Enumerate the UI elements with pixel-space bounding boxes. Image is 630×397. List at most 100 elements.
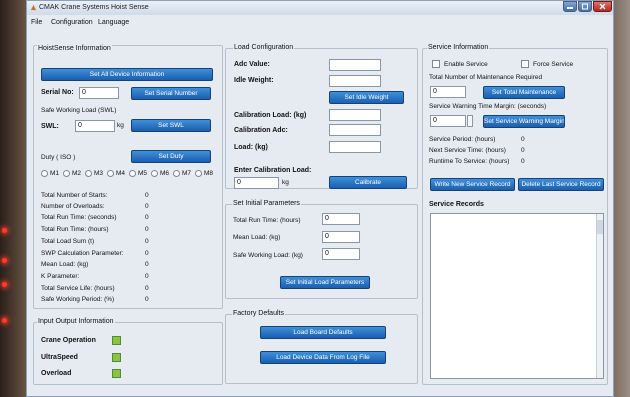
maximize-button[interactable] xyxy=(578,1,592,12)
total-maintenance-input[interactable]: 0 xyxy=(430,86,466,98)
io-label-crane-operation: Crane Operation xyxy=(41,337,96,344)
calibration-load-input[interactable]: 0 xyxy=(234,177,279,189)
duty-radio-m4[interactable] xyxy=(107,170,114,177)
warning-margin-label: Service Warning Time Margin: (seconds) xyxy=(429,103,547,110)
factory-defaults-title: Factory Defaults xyxy=(232,310,285,317)
menu-file[interactable]: File xyxy=(31,19,42,26)
set-total-maintenance-button[interactable]: Set Total Maintenance xyxy=(483,86,565,99)
scrollbar-thumb[interactable] xyxy=(597,220,603,234)
menu-bar: File Configuration Language xyxy=(27,17,613,29)
duty-radio-m1[interactable] xyxy=(41,170,48,177)
background-right xyxy=(612,0,630,397)
io-indicator xyxy=(112,353,121,362)
runtime-to-service-label: Runtime To Service: (hours) xyxy=(429,158,510,165)
duty-radio-m7[interactable] xyxy=(173,170,180,177)
enable-service-label: Enable Service xyxy=(444,61,488,68)
initial-mean-load-label: Mean Load: (kg) xyxy=(233,234,281,241)
warning-margin-input[interactable]: 0 xyxy=(430,115,466,127)
duty-radio-m8[interactable] xyxy=(195,170,202,177)
stat-value: 0 xyxy=(145,285,149,292)
hoist-info-title: HoistSense Information xyxy=(37,45,112,52)
io-info-title: Input Output Information xyxy=(37,318,115,325)
delete-service-record-button[interactable]: Delete Last Service Record xyxy=(518,178,604,191)
serial-label: Serial No: xyxy=(41,89,74,96)
next-service-label: Next Service Time: (hours) xyxy=(429,147,506,154)
initial-run-time-input[interactable]: 0 xyxy=(322,213,360,225)
force-service-checkbox[interactable] xyxy=(521,60,529,68)
write-service-record-button[interactable]: Write New Service Record xyxy=(430,178,515,191)
calibration-load-field xyxy=(329,109,381,121)
service-period-value: 0 xyxy=(521,136,525,143)
io-label-overload: Overload xyxy=(41,370,72,377)
runtime-to-service-value: 0 xyxy=(521,158,525,165)
minimize-icon xyxy=(567,7,573,9)
initial-run-time-label: Total Run Time: (hours) xyxy=(233,217,301,224)
enable-service-checkbox[interactable] xyxy=(432,60,440,68)
io-indicator xyxy=(112,369,121,378)
factory-defaults-group xyxy=(225,314,418,384)
menu-configuration[interactable]: Configuration xyxy=(51,19,93,26)
stat-value: 0 xyxy=(145,238,149,245)
serial-input[interactable]: 0 xyxy=(79,87,119,99)
set-all-info-button[interactable]: Set All Device Information xyxy=(41,68,213,81)
total-maintenance-label: Total Number of Maintenance Required xyxy=(429,74,543,81)
service-period-label: Service Period: (hours) xyxy=(429,136,496,143)
menu-language[interactable]: Language xyxy=(98,19,129,26)
stat-label: SWP Calculation Parameter: xyxy=(41,250,124,257)
close-icon xyxy=(599,3,606,10)
red-led xyxy=(2,282,7,287)
set-warning-margin-button[interactable]: Set Service Warning Margin xyxy=(483,115,565,128)
initial-swl-label: Safe Working Load: (kg) xyxy=(233,252,303,259)
maximize-icon xyxy=(582,3,588,10)
duty-option-label: M8 xyxy=(204,170,214,177)
stat-value: 0 xyxy=(145,226,149,233)
load-label: Load: (kg) xyxy=(234,144,268,151)
set-serial-button[interactable]: Set Serial Number xyxy=(131,87,211,100)
stat-label: Total Run Time: (hours) xyxy=(41,226,109,233)
stat-label: Mean Load: (kg) xyxy=(41,261,89,268)
swl-label: SWL: xyxy=(41,123,59,130)
calibrate-button[interactable]: Calibrate xyxy=(329,176,407,189)
warning-margin-spinner[interactable] xyxy=(467,115,473,127)
duty-option-label: M1 xyxy=(50,170,60,177)
duty-radio-m6[interactable] xyxy=(151,170,158,177)
duty-option-label: M2 xyxy=(72,170,82,177)
load-log-file-button[interactable]: Load Device Data From Log File xyxy=(260,351,386,364)
swl-input[interactable]: 0 xyxy=(75,120,115,132)
load-field xyxy=(329,141,381,153)
stat-value: 0 xyxy=(145,296,149,303)
set-duty-button[interactable]: Set Duty xyxy=(131,150,211,163)
close-button[interactable] xyxy=(593,1,612,12)
service-info-title: Service Information xyxy=(427,44,490,51)
duty-radio-m5[interactable] xyxy=(129,170,136,177)
idle-weight-field xyxy=(329,75,381,87)
set-initial-params-button[interactable]: Set Initial Load Parameters xyxy=(280,276,370,289)
duty-radio-m3[interactable] xyxy=(85,170,92,177)
stat-value: 0 xyxy=(145,250,149,257)
stat-label: Total Run Time: (seconds) xyxy=(41,214,117,221)
load-board-defaults-button[interactable]: Load Board Defaults xyxy=(260,326,386,339)
stat-value: 0 xyxy=(145,261,149,268)
initial-mean-load-input[interactable]: 0 xyxy=(322,231,360,243)
calibration-adc-field xyxy=(329,124,381,136)
minimize-button[interactable] xyxy=(563,1,577,12)
enter-calibration-label: Enter Calibration Load: xyxy=(234,167,312,174)
initial-swl-input[interactable]: 0 xyxy=(322,248,360,260)
scrollbar[interactable] xyxy=(596,214,603,378)
set-swl-button[interactable]: Set SWL xyxy=(131,119,211,132)
window-title: CMAK Crane Systems Hoist Sense xyxy=(39,4,149,11)
set-idle-weight-button[interactable]: Set Idle Weight xyxy=(329,91,404,104)
calibration-adc-label: Calibration Adc: xyxy=(234,127,288,134)
next-service-value: 0 xyxy=(521,147,525,154)
red-led xyxy=(2,258,7,263)
stat-label: K Parameter: xyxy=(41,273,80,280)
swl-unit: kg xyxy=(117,122,124,129)
duty-option-label: M3 xyxy=(94,170,104,177)
stat-value: 0 xyxy=(145,273,149,280)
service-records-list[interactable] xyxy=(430,213,604,379)
service-records-label: Service Records xyxy=(429,201,484,208)
duty-radio-m2[interactable] xyxy=(63,170,70,177)
io-label-ultraspeed: UltraSpeed xyxy=(41,354,78,361)
adc-value-field xyxy=(329,59,381,71)
stat-label: Total Load Sum (t) xyxy=(41,238,95,245)
